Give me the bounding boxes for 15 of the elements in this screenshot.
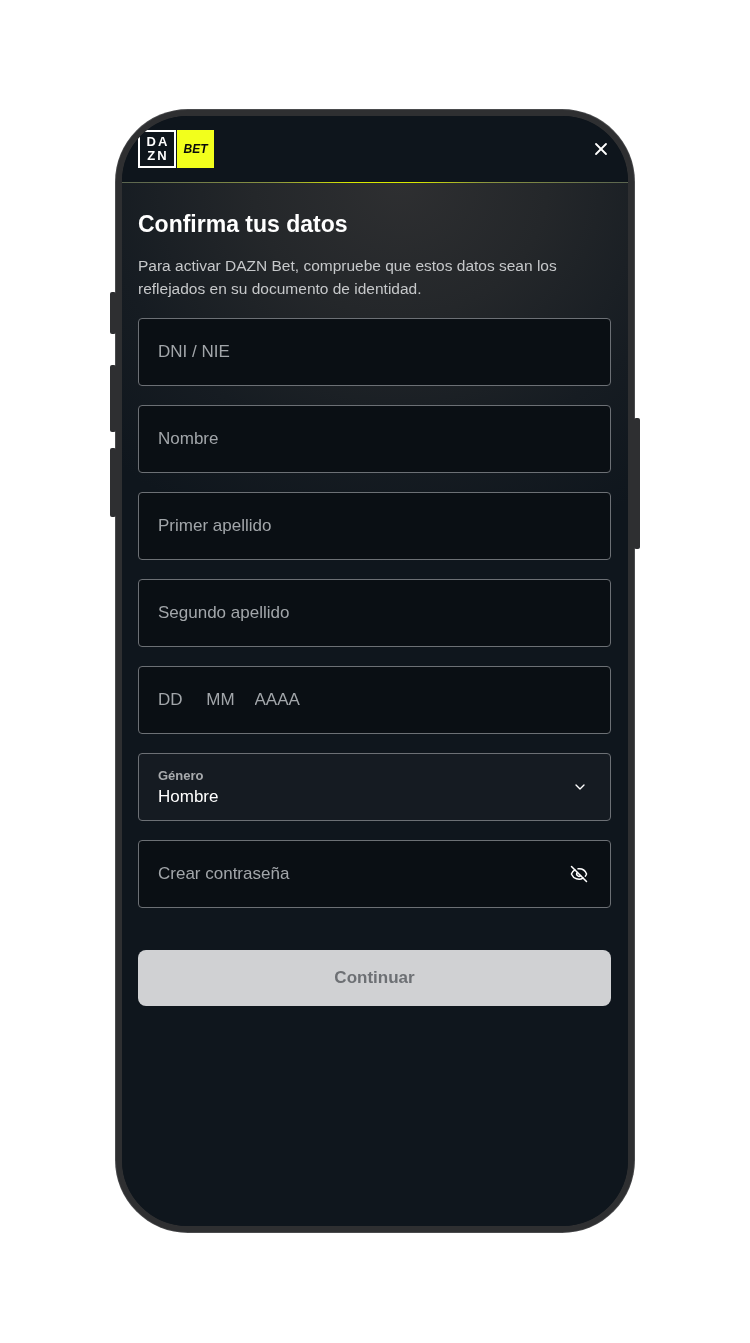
gender-dropdown[interactable]: Género Hombre xyxy=(138,753,611,821)
input-field[interactable]: Nombre xyxy=(138,405,611,473)
input-field[interactable]: Primer apellido xyxy=(138,492,611,560)
page-description: Para activar DAZN Bet, compruebe que estos datos sean los reflejados en su documento de identidad. xyxy=(138,256,558,299)
input-field[interactable]: Segundo apellido xyxy=(138,579,611,647)
input-field[interactable]: DNI / NIE xyxy=(138,318,611,386)
field-label: Género xyxy=(158,767,205,783)
month-input[interactable]: MM xyxy=(206,690,237,710)
page-title: Confirma tus datos xyxy=(138,210,349,239)
field-value: Hombre xyxy=(158,786,219,807)
day-input[interactable]: DD xyxy=(158,690,189,710)
eye-slash-icon[interactable] xyxy=(570,865,588,883)
logo-badge: BET xyxy=(177,130,214,168)
password-field[interactable]: Crear contraseña xyxy=(138,840,611,908)
year-input[interactable]: AAAA xyxy=(254,690,315,710)
